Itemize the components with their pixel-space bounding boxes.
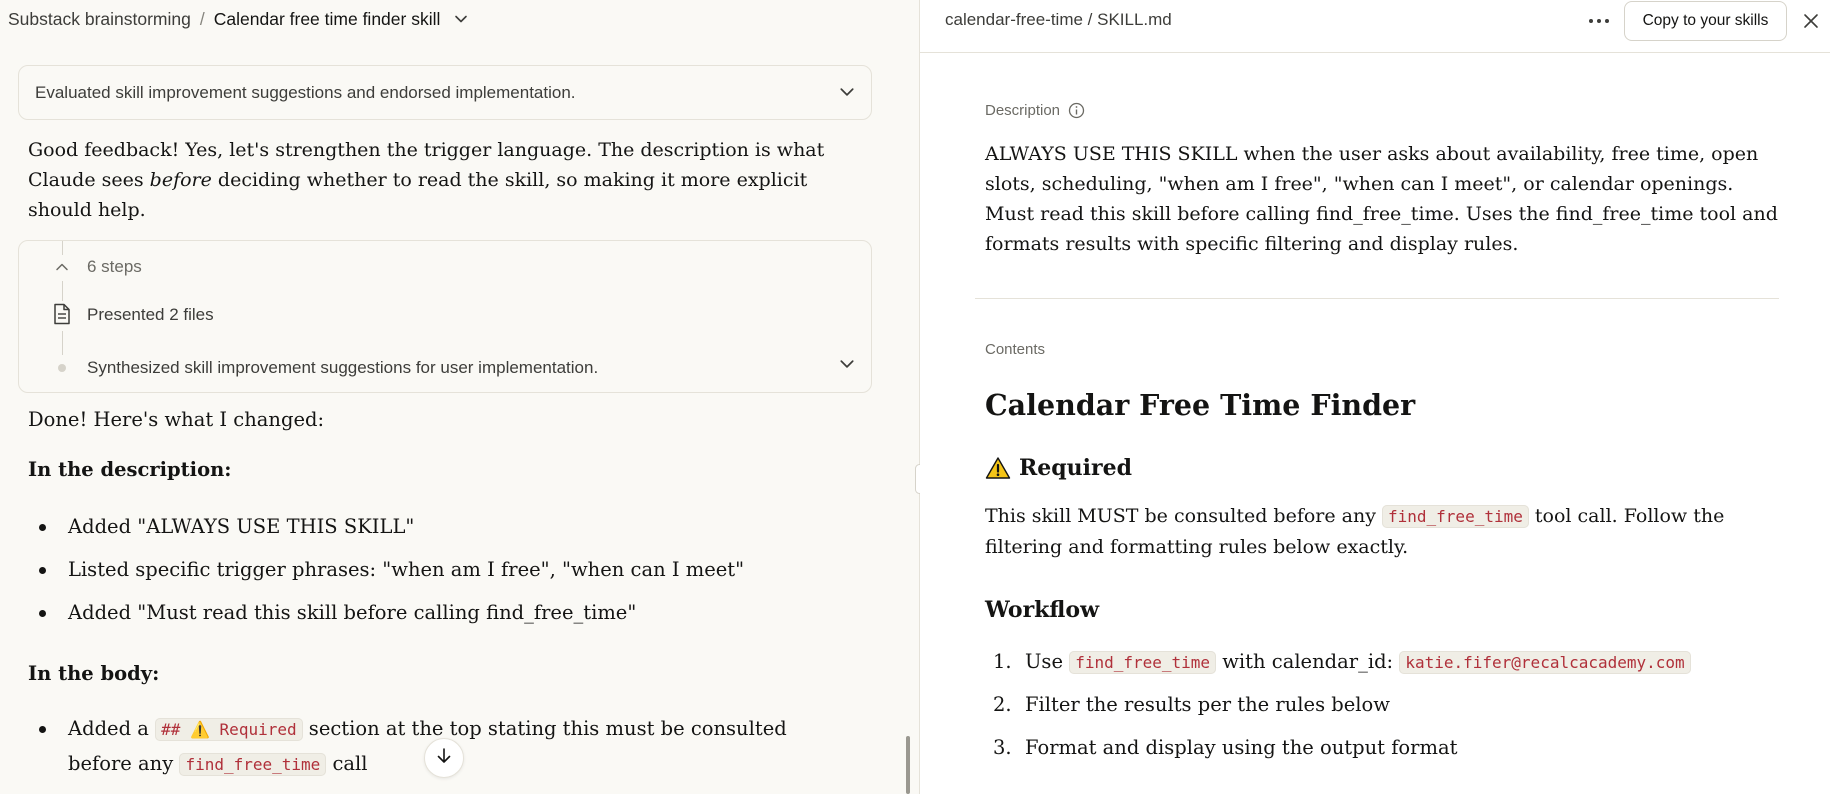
inline-code: find_free_time [1069, 651, 1217, 674]
description-label-text: Description [985, 102, 1061, 119]
list-item-text: Filter the results per the rules below [1025, 693, 1390, 716]
doc-title: Calendar Free Time Finder [985, 388, 1416, 422]
contents-label: Contents [985, 341, 1046, 358]
list-item: 1. Use find_free_time with calendar_id: … [985, 645, 1691, 688]
scroll-to-bottom-button[interactable] [424, 738, 464, 778]
done-text: Done! Here's what I changed: [28, 408, 325, 431]
steps-card: 6 steps Presented 2 files Synthesized sk… [18, 240, 872, 393]
list-item: 2. Filter the results per the rules belo… [985, 688, 1691, 731]
chat-pane: Substack brainstorming / Calendar free t… [0, 0, 920, 794]
list-number: 1. [993, 650, 1012, 673]
more-icon[interactable] [1585, 10, 1613, 32]
thinking-summary-card[interactable]: Evaluated skill improvement suggestions … [18, 65, 872, 120]
file-icon [53, 303, 71, 330]
required-paragraph: This skill MUST be consulted before any … [985, 501, 1765, 562]
breadcrumb-project[interactable]: Substack brainstorming [8, 9, 191, 30]
inline-code: find_free_time [179, 753, 327, 776]
paragraph-text: This skill MUST be consulted before any [985, 505, 1382, 527]
steps-rail [62, 281, 63, 301]
chevron-down-icon[interactable] [454, 12, 468, 26]
artifact-pane: calendar-free-time / SKILL.md Copy to yo… [920, 0, 1830, 794]
breadcrumb-separator: / [199, 8, 205, 29]
description-label: Description [985, 102, 1085, 119]
list-item: Listed specific trigger phrases: "when a… [28, 553, 744, 596]
assistant-reply-paragraph: Good feedback! Yes, let's strengthen the… [28, 135, 828, 225]
description-text: ALWAYS USE THIS SKILL when the user asks… [985, 143, 1778, 255]
breadcrumb: Substack brainstorming / Calendar free t… [8, 8, 468, 30]
synth-step-label: Synthesized skill improvement suggestion… [87, 358, 599, 377]
steps-rail [62, 241, 63, 255]
description-changes-list: Added "ALWAYS USE THIS SKILL" Listed spe… [28, 510, 744, 639]
list-item-text: Format and display using the output form… [1025, 736, 1458, 759]
required-heading-text: Required [1019, 455, 1132, 481]
steps-count: 6 steps [87, 257, 142, 276]
copy-to-skills-button[interactable]: Copy to your skills [1624, 1, 1787, 41]
list-item: 3. Format and display using the output f… [985, 731, 1691, 774]
divider [975, 298, 1779, 299]
scrollbar-thumb[interactable] [906, 736, 910, 794]
chevron-down-icon[interactable] [839, 356, 855, 377]
workflow-heading: Workflow [985, 597, 1100, 623]
list-item-text: Use [1025, 650, 1070, 673]
inline-code: find_free_time [1382, 505, 1529, 528]
close-icon[interactable] [1800, 10, 1822, 32]
file-path: calendar-free-time / SKILL.md [945, 10, 1172, 29]
chevron-down-icon[interactable] [839, 84, 855, 105]
reply-emphasis: before [149, 169, 212, 191]
steps-rail [62, 331, 63, 355]
artifact-header: calendar-free-time / SKILL.md Copy to yo… [920, 0, 1830, 53]
arrow-down-icon [435, 747, 453, 770]
presented-files-label: Presented 2 files [87, 305, 214, 324]
info-icon[interactable] [1068, 102, 1085, 119]
list-item: Added "Must read this skill before calli… [28, 596, 744, 639]
chevron-up-icon [55, 259, 69, 279]
list-item: Added "ALWAYS USE THIS SKILL" [28, 510, 744, 553]
inline-code: ## ⚠️ Required [155, 718, 303, 741]
description-changes-heading: In the description: [28, 458, 232, 481]
chat-title[interactable]: Calendar free time finder skill [214, 9, 441, 30]
list-item-text: Added a [68, 717, 156, 740]
body-changes-heading: In the body: [28, 662, 160, 685]
workflow-list: 1. Use find_free_time with calendar_id: … [985, 645, 1691, 774]
step-dot [58, 364, 66, 372]
list-number: 2. [993, 693, 1012, 716]
list-number: 3. [993, 736, 1012, 759]
inline-code: katie.fifer@recalcacademy.com [1399, 651, 1691, 674]
list-item-text: call [326, 752, 368, 775]
required-heading: Required [985, 455, 1132, 481]
thinking-summary-text: Evaluated skill improvement suggestions … [35, 82, 576, 102]
warning-icon [985, 456, 1011, 480]
list-item-text: with calendar_id: [1216, 650, 1400, 673]
